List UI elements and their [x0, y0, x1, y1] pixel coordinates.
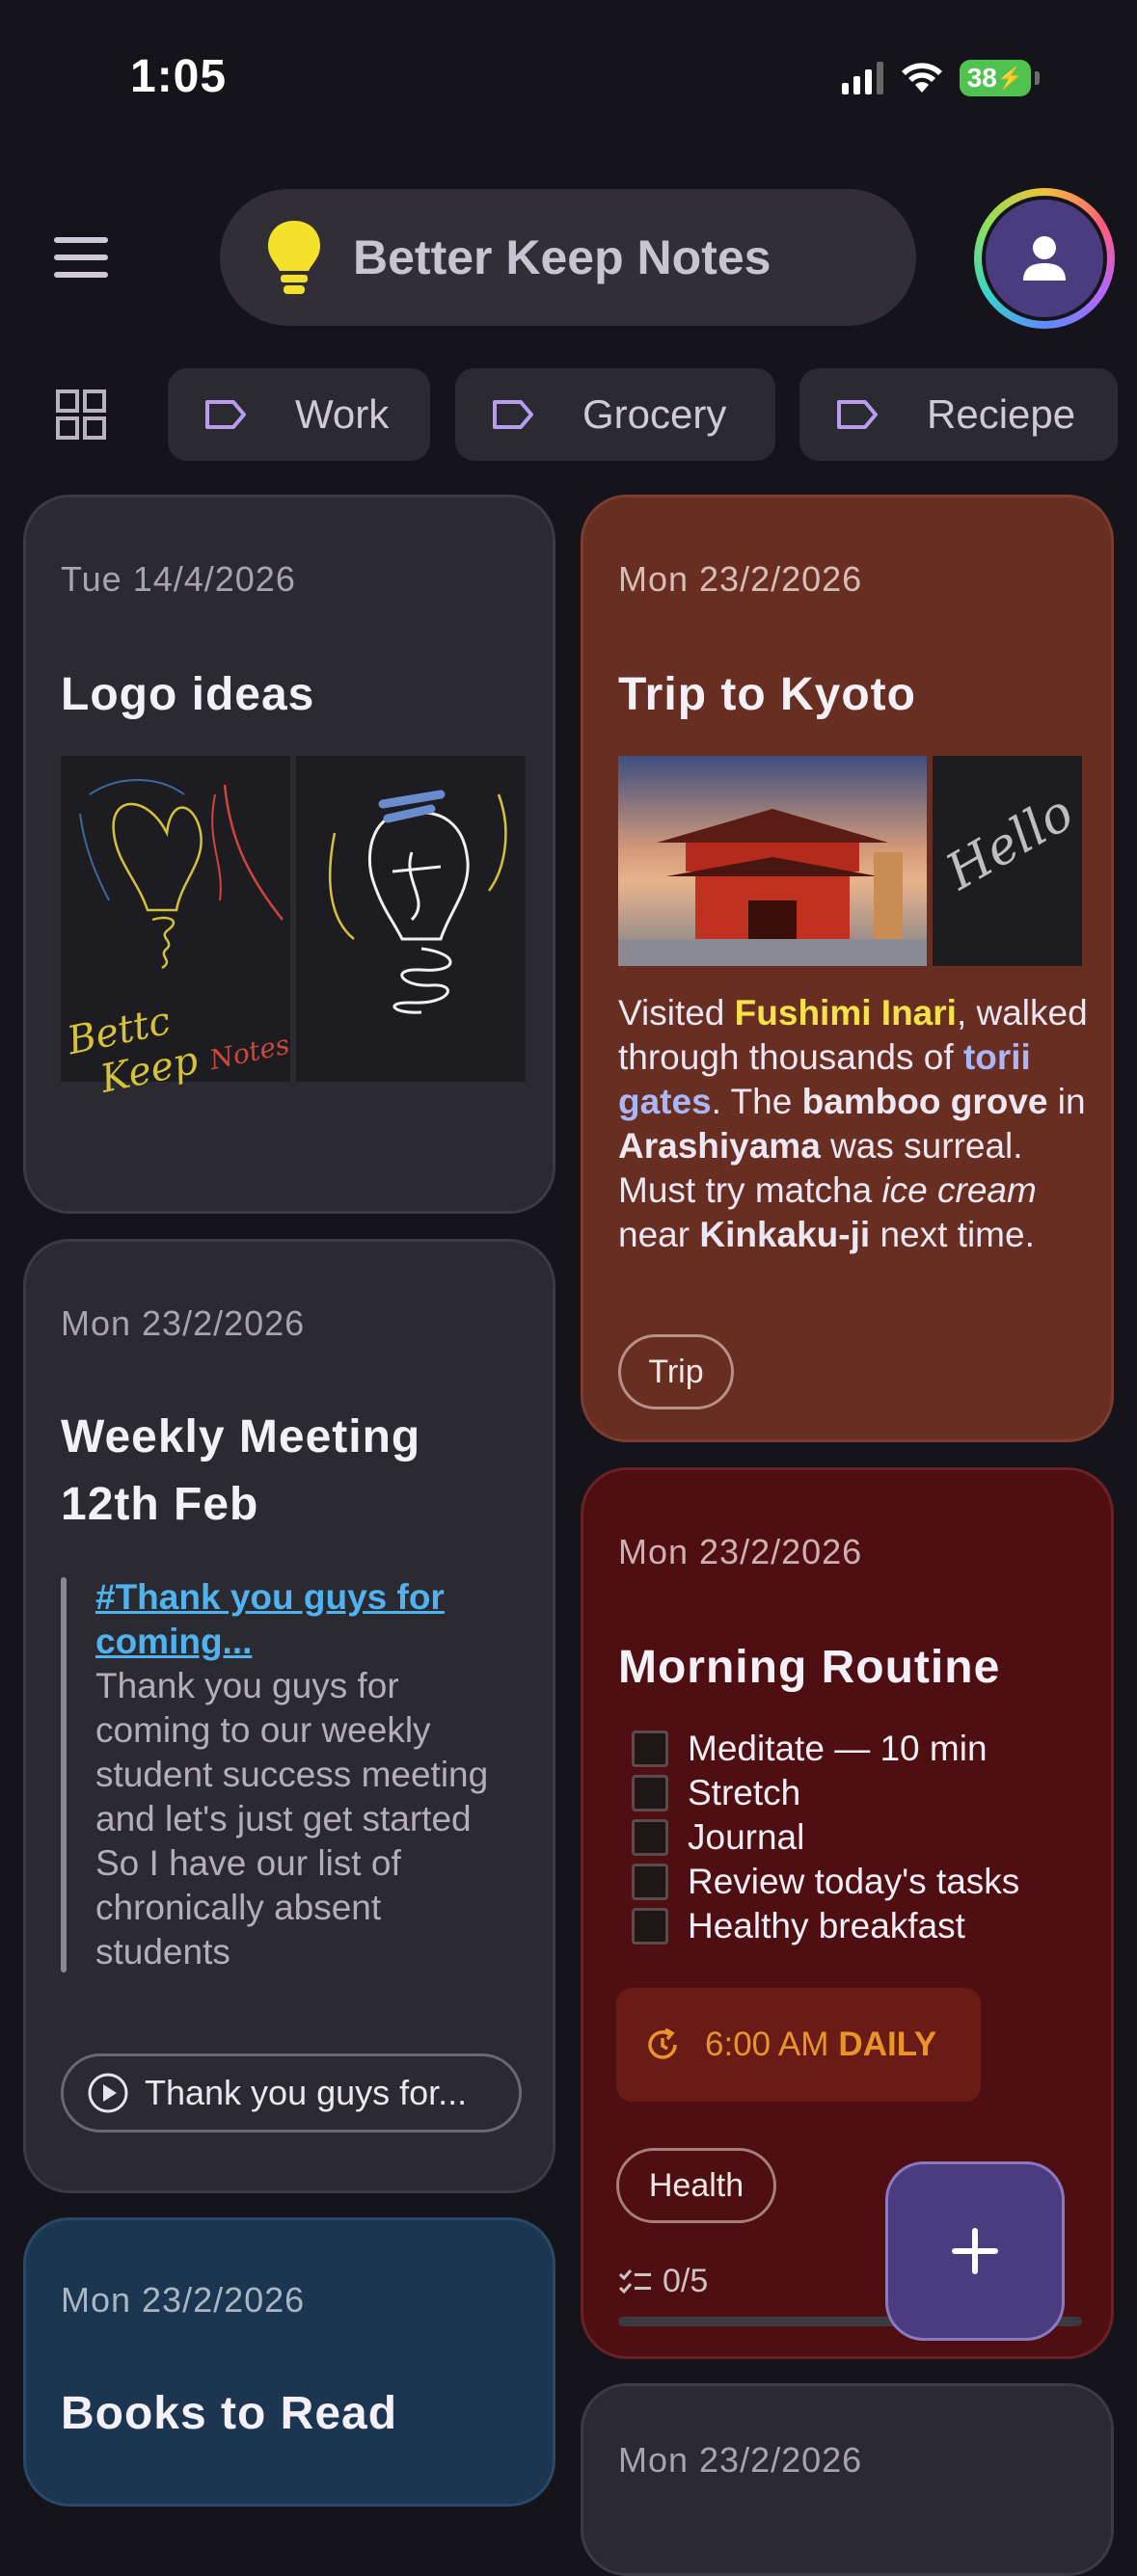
reminder-repeat: DAILY: [838, 2026, 937, 2063]
note-date: Mon 23/2/2026: [618, 2440, 863, 2480]
checkbox[interactable]: [632, 1731, 668, 1767]
lightbulb-icon: [268, 221, 320, 294]
checklist-item[interactable]: Review today's tasks: [632, 1860, 1019, 1904]
battery-level: 38: [966, 63, 997, 93]
plus-icon: [952, 2228, 998, 2274]
add-note-button[interactable]: [885, 2161, 1065, 2341]
checkbox[interactable]: [632, 1864, 668, 1900]
note-title: Trip to Kyoto: [618, 669, 916, 720]
note-card-partial[interactable]: Mon 23/2/2026: [581, 2383, 1114, 2576]
progress-text: 0/5: [663, 2263, 709, 2299]
person-icon: [1023, 236, 1066, 281]
sketch-image[interactable]: Bettc Keep Notes: [61, 756, 292, 1102]
quote-text: Thank you guys for coming to our weekly …: [95, 1666, 489, 1972]
handwriting-text: Hello: [936, 783, 1084, 902]
checklist: Meditate — 10 min Stretch Journal Review…: [632, 1727, 1019, 1948]
play-icon: [88, 2073, 128, 2113]
audio-chip[interactable]: Thank you guys for...: [61, 2053, 522, 2133]
label-chip-reciepe[interactable]: Reciepe: [799, 368, 1118, 461]
note-card-logo-ideas[interactable]: Tue 14/4/2026 Logo ideas Bettc Keep Note…: [23, 495, 555, 1214]
quote-heading-link[interactable]: #Thank you guys for coming...: [95, 1575, 520, 1664]
checklist-item[interactable]: Journal: [632, 1815, 1019, 1860]
wifi-icon: [902, 63, 942, 93]
note-title: Books to Read: [61, 2388, 398, 2439]
checkbox[interactable]: [632, 1908, 668, 1945]
status-icons: 38 ⚡: [842, 60, 1040, 96]
note-date: Mon 23/2/2026: [618, 1532, 863, 1571]
label-chip-text: Grocery: [582, 391, 727, 437]
label-icon: [837, 400, 878, 429]
note-card-trip-to-kyoto[interactable]: Mon 23/2/2026 Trip to Kyoto Hello Visite…: [581, 495, 1114, 1442]
checkbox[interactable]: [632, 1775, 668, 1811]
signal-icon: [842, 62, 883, 94]
checklist-item[interactable]: Stretch: [632, 1771, 1019, 1815]
reminder-clock-icon: [648, 2027, 677, 2059]
reminder-time: 6:00 AM: [705, 2026, 829, 2063]
sketch-image[interactable]: [296, 756, 526, 1082]
label-chip-text: Work: [295, 391, 390, 437]
quote-bar: [61, 1577, 67, 1972]
checklist-progress: 0/5: [618, 2263, 708, 2300]
label-icon: [493, 400, 533, 429]
battery-icon: 38 ⚡: [960, 60, 1040, 96]
note-date: Mon 23/2/2026: [618, 559, 863, 599]
temple-photo[interactable]: [618, 756, 927, 966]
checklist-item[interactable]: Healthy breakfast: [632, 1904, 1019, 1948]
audio-label: Thank you guys for...: [145, 2073, 468, 2112]
label-chip-work[interactable]: Work: [168, 368, 430, 461]
menu-icon: [54, 237, 108, 243]
handwriting-image[interactable]: Hello: [933, 756, 1084, 966]
note-card-weekly-meeting[interactable]: Mon 23/2/2026 Weekly Meeting 12th Feb #T…: [23, 1239, 555, 2193]
note-title: Logo ideas: [61, 669, 315, 720]
checklist-icon: [618, 2268, 651, 2294]
note-date: Mon 23/2/2026: [61, 1303, 306, 1343]
tag-pill[interactable]: Trip: [618, 1334, 734, 1409]
menu-button[interactable]: [50, 231, 112, 289]
bulb-sketch-icon: [328, 790, 507, 1014]
reminder-chip[interactable]: 6:00 AM DAILY: [616, 1988, 981, 2102]
label-chip-grocery[interactable]: Grocery: [455, 368, 775, 461]
checkbox[interactable]: [632, 1819, 668, 1856]
search-label: Better Keep Notes: [353, 230, 772, 284]
note-title: Morning Routine: [618, 1642, 1001, 1693]
temple-icon: [618, 809, 927, 966]
note-title: Weekly Meeting 12th Feb: [61, 1411, 421, 1530]
search-bar[interactable]: Better Keep Notes: [220, 189, 916, 326]
note-date: Tue 14/4/2026: [61, 559, 296, 599]
status-time: 1:05: [130, 51, 228, 102]
label-icon: [205, 400, 246, 429]
note-body: Visited Fushimi Inari, walked through th…: [618, 993, 1088, 1254]
avatar[interactable]: [982, 196, 1107, 321]
tag-pill[interactable]: Health: [616, 2148, 776, 2223]
note-card-books-to-read[interactable]: Mon 23/2/2026 Books to Read: [23, 2217, 555, 2507]
grid-view-icon[interactable]: [56, 389, 106, 440]
note-date: Mon 23/2/2026: [61, 2280, 306, 2320]
label-chip-text: Reciepe: [927, 391, 1076, 437]
checklist-item[interactable]: Meditate — 10 min: [632, 1727, 1019, 1771]
